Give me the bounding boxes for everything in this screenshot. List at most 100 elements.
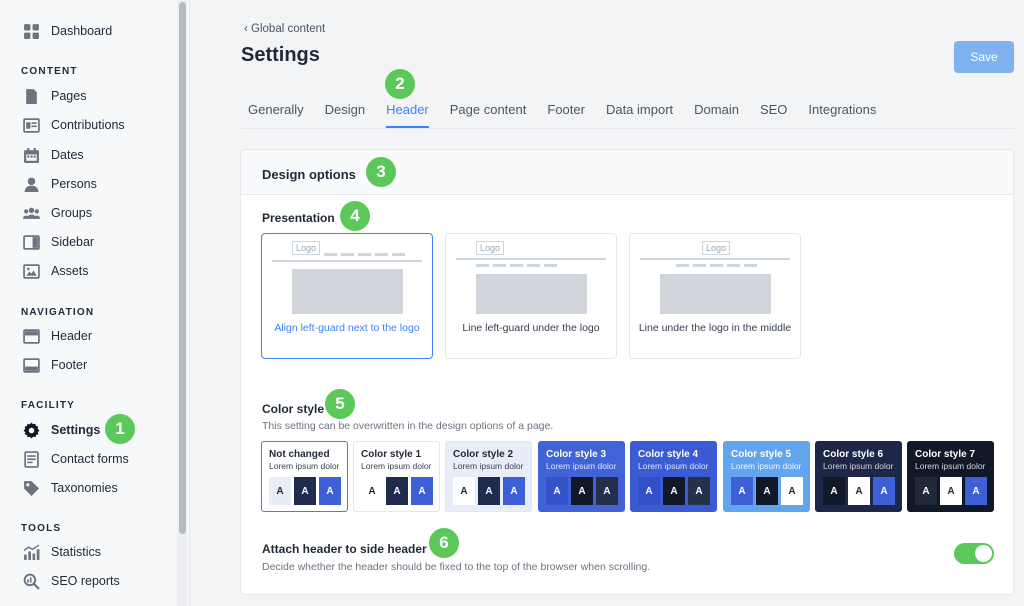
logo-placeholder: Logo <box>476 241 504 255</box>
color-style-description: This setting can be overwritten in the d… <box>262 420 554 432</box>
swatch: A <box>663 477 685 505</box>
color-style-name: Color style 2 <box>453 449 514 460</box>
swatch: A <box>294 477 316 505</box>
tab-header[interactable]: Header <box>386 100 429 128</box>
color-style-1[interactable]: Color style 1 Lorem ipsum dolor A A A <box>353 441 440 512</box>
sidebar-item-label: Persons <box>51 177 97 191</box>
sidebar-item-label: Groups <box>51 206 92 220</box>
sidebar-item-dates[interactable]: Dates <box>22 144 84 166</box>
chevron-left-icon: ‹ <box>244 23 252 35</box>
section-navigation: NAVIGATION <box>21 307 95 318</box>
sidebar-item-taxonomies[interactable]: Taxonomies <box>22 477 118 499</box>
sidebar-item-groups[interactable]: Groups <box>22 202 92 224</box>
breadcrumb-label: Global content <box>251 23 326 35</box>
sidebar-scroll-thumb[interactable] <box>179 2 186 534</box>
swatch: A <box>411 477 433 505</box>
swatch: A <box>823 477 845 505</box>
sidebar-item-contributions[interactable]: Contributions <box>22 114 125 136</box>
swatch: A <box>731 477 753 505</box>
footer-icon <box>22 356 40 374</box>
gear-icon <box>22 421 40 439</box>
section-tools: TOOLS <box>21 523 62 534</box>
sidebar-icon <box>22 233 40 251</box>
color-style-name: Color style 6 <box>823 449 884 460</box>
step-badge-4: 4 <box>340 201 370 231</box>
color-style-4[interactable]: Color style 4 Lorem ipsum dolor A A A <box>630 441 717 512</box>
sidebar-item-contact-forms[interactable]: Contact forms <box>22 448 129 470</box>
presentation-option-left-under-logo[interactable]: Logo Line left-guard under the logo <box>445 233 617 359</box>
sidebar-item-label: Contact forms <box>51 452 129 466</box>
toggle-knob <box>975 545 992 562</box>
presentation-option-label: Line under the logo in the middle <box>638 322 792 334</box>
color-style-sample: Lorem ipsum dolor <box>453 461 524 471</box>
nav-dash <box>744 264 757 267</box>
presentation-option-label: Align left-guard next to the logo <box>274 322 420 334</box>
sidebar-item-assets[interactable]: Assets <box>22 260 89 282</box>
nav-dash <box>476 264 489 267</box>
step-badge-1: 1 <box>105 414 135 444</box>
nav-dash <box>324 253 337 256</box>
sidebar-item-label: Taxonomies <box>51 481 118 495</box>
tab-domain[interactable]: Domain <box>694 100 739 128</box>
save-button[interactable]: Save <box>954 41 1014 73</box>
color-style-6[interactable]: Color style 6 Lorem ipsum dolor A A A <box>815 441 902 512</box>
tab-seo[interactable]: SEO <box>760 100 787 128</box>
sidebar-item-persons[interactable]: Persons <box>22 173 97 195</box>
header-line <box>640 258 790 260</box>
tab-page-content[interactable]: Page content <box>450 100 527 128</box>
tab-footer[interactable]: Footer <box>547 100 585 128</box>
sidebar-item-pages[interactable]: Pages <box>22 85 86 107</box>
presentation-option-label: Line left-guard under the logo <box>462 322 600 334</box>
swatch: A <box>361 477 383 505</box>
breadcrumb[interactable]: ‹ Global content <box>244 23 325 35</box>
color-style-not-changed[interactable]: Not changed Lorem ipsum dolor A A A <box>261 441 348 512</box>
nav-dash <box>676 264 689 267</box>
logo-placeholder: Logo <box>292 241 320 255</box>
attach-header-description: Decide whether the header should be fixe… <box>262 561 651 573</box>
color-style-sample: Lorem ipsum dolor <box>915 461 986 471</box>
swatch: A <box>965 477 987 505</box>
nav-dash <box>693 264 706 267</box>
swatch: A <box>873 477 895 505</box>
tab-data-import[interactable]: Data import <box>606 100 673 128</box>
header-icon <box>22 327 40 345</box>
sidebar-item-label: Contributions <box>51 118 125 132</box>
sidebar-item-label: Settings <box>51 423 101 437</box>
color-style-3[interactable]: Color style 3 Lorem ipsum dolor A A A <box>538 441 625 512</box>
sidebar-item-sidebar[interactable]: Sidebar <box>22 231 94 253</box>
swatch: A <box>781 477 803 505</box>
swatch: A <box>269 477 291 505</box>
sidebar-item-dashboard[interactable]: Dashboard <box>22 20 112 42</box>
presentation-option-under-logo-middle[interactable]: Logo Line under the logo in the middle <box>629 233 801 359</box>
swatch: A <box>756 477 778 505</box>
tab-integrations[interactable]: Integrations <box>808 100 876 128</box>
swatch: A <box>503 477 525 505</box>
color-style-name: Color style 5 <box>731 449 792 460</box>
swatch: A <box>453 477 475 505</box>
logo-placeholder: Logo <box>702 241 730 255</box>
step-badge-6: 6 <box>429 528 459 558</box>
sidebar-item-footer[interactable]: Footer <box>22 354 87 376</box>
sidebar-item-statistics[interactable]: Statistics <box>22 541 101 563</box>
tab-design[interactable]: Design <box>325 100 365 128</box>
color-style-7[interactable]: Color style 7 Lorem ipsum dolor A A A <box>907 441 994 512</box>
image-icon <box>22 262 40 280</box>
sidebar-item-seo-reports[interactable]: SEO reports <box>22 570 120 592</box>
color-style-5[interactable]: Color style 5 Lorem ipsum dolor A A A <box>723 441 810 512</box>
swatch: A <box>596 477 618 505</box>
step-badge-3: 3 <box>366 157 396 187</box>
sidebar-item-header[interactable]: Header <box>22 325 92 347</box>
presentation-option-left-next-logo[interactable]: Logo Align left-guard next to the logo <box>261 233 433 359</box>
color-style-2[interactable]: Color style 2 Lorem ipsum dolor A A A <box>445 441 532 512</box>
sidebar-item-label: Footer <box>51 358 88 372</box>
sidebar-item-settings[interactable]: Settings <box>22 419 100 441</box>
nav-dash <box>544 264 557 267</box>
sidebar-item-label: Header <box>51 329 92 343</box>
color-style-name: Color style 4 <box>638 449 699 460</box>
swatch: A <box>478 477 500 505</box>
tab-generally[interactable]: Generally <box>248 100 304 128</box>
color-style-title: Color style <box>262 402 325 416</box>
search-report-icon <box>22 572 40 590</box>
content-block <box>292 269 403 314</box>
attach-header-toggle[interactable] <box>954 543 994 564</box>
